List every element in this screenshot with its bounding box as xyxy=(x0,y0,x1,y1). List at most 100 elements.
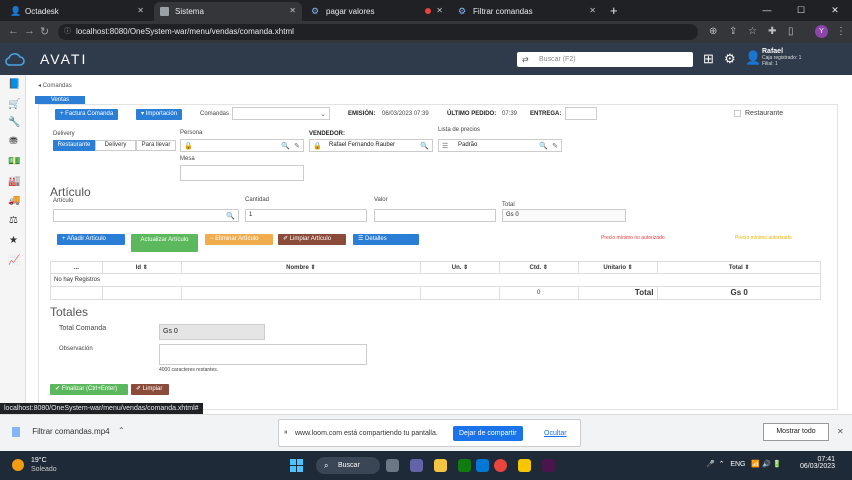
col-un[interactable]: Un. ⇕ xyxy=(421,262,500,273)
tab-sistema[interactable]: Sistema ✕ xyxy=(154,2,302,21)
tab-ventas[interactable]: Ventas xyxy=(35,96,85,104)
close-icon[interactable]: ✕ xyxy=(837,427,844,436)
outlook-icon[interactable] xyxy=(476,459,489,472)
detalles-button[interactable]: ☰ Detalles xyxy=(353,234,419,245)
new-tab-button[interactable]: + xyxy=(610,2,618,19)
search-input[interactable]: ⇄ Buscar (F2) xyxy=(517,52,693,67)
edit-icon[interactable]: ✎ xyxy=(552,141,558,152)
clock[interactable]: 07:41 06/03/2023 xyxy=(800,456,835,470)
mic-icon[interactable]: 🎤 xyxy=(706,461,715,468)
coins-icon[interactable]: ⛃ xyxy=(8,136,19,147)
excel-icon[interactable] xyxy=(458,459,471,472)
share-icon[interactable]: ⇪ xyxy=(729,26,737,37)
chrome-icon[interactable] xyxy=(494,459,507,472)
windows-start-icon[interactable] xyxy=(290,459,304,473)
limpiar-button[interactable]: ✐ Limpiar xyxy=(131,384,169,395)
add-articulo-button[interactable]: + Añadir Artículo xyxy=(57,234,125,245)
chart-line-icon[interactable]: 📈 xyxy=(8,255,20,266)
back-icon[interactable]: ← xyxy=(8,25,19,37)
url-input[interactable]: ⓘ localhost:8080/OneSystem-war/menu/vend… xyxy=(58,24,698,40)
hide-link[interactable]: Ocultar xyxy=(544,430,567,437)
tab-octadesk[interactable]: 👤 Octadesk ✕ xyxy=(4,2,150,21)
user-filial: Filial: 1 xyxy=(762,61,778,67)
tab-filtrar-comandas[interactable]: ⚙ Filtrar comandas ✕ xyxy=(452,2,602,21)
profile-avatar[interactable]: Y xyxy=(815,25,828,38)
chevron-up-icon[interactable]: ⌃ xyxy=(118,426,125,435)
download-item[interactable]: Filtrar comandas.mp4 xyxy=(12,427,110,437)
wrench-icon[interactable]: 🔧 xyxy=(8,117,20,128)
truck-icon[interactable]: 🚚 xyxy=(8,195,20,206)
user-icon[interactable]: 👤 xyxy=(745,50,761,66)
chevron-up-icon[interactable]: ⌃ xyxy=(719,461,725,468)
add-box-icon[interactable]: ⊞ xyxy=(703,51,714,67)
close-window-button[interactable]: ✕ xyxy=(818,0,852,21)
teams-icon[interactable] xyxy=(410,459,423,472)
cart-icon[interactable]: 🛒 xyxy=(8,99,20,110)
breadcrumb-item[interactable]: Comandas xyxy=(43,83,72,89)
update-articulo-button[interactable]: Actualizar Artículo xyxy=(131,234,198,252)
col-id[interactable]: Id ⇕ xyxy=(103,262,182,273)
edit-icon[interactable]: ✎ xyxy=(294,141,300,152)
comandas-input[interactable]: ⌄ xyxy=(232,107,330,120)
money-icon[interactable]: 💵 xyxy=(8,156,20,167)
vendedor-input[interactable]: 🔒 Rafael Fernando Rauber 🔍 xyxy=(309,139,433,152)
stop-sharing-button[interactable]: Dejar de compartir xyxy=(453,426,523,441)
lista-precios-input[interactable]: ☰ Padrão 🔍 ✎ xyxy=(438,139,562,152)
col-actions[interactable]: ... xyxy=(51,262,103,273)
star-icon[interactable]: ★ xyxy=(8,235,19,246)
wifi-icon[interactable]: 📶 xyxy=(751,461,760,468)
persona-input[interactable]: 🔒 🔍 ✎ xyxy=(180,139,304,152)
search-icon[interactable]: 🔍 xyxy=(281,141,290,152)
star-icon[interactable]: ☆ xyxy=(748,26,757,37)
language-indicator[interactable]: ENG xyxy=(730,461,745,468)
task-view-icon[interactable] xyxy=(386,459,399,472)
forward-icon[interactable]: → xyxy=(24,25,35,37)
extensions-icon[interactable]: ✚ xyxy=(768,26,776,37)
close-icon[interactable]: ✕ xyxy=(589,6,596,15)
minimize-button[interactable]: — xyxy=(750,0,784,21)
importacion-button[interactable]: ▾ Importación xyxy=(136,109,183,120)
book-icon[interactable]: 📘 xyxy=(8,79,20,90)
col-total[interactable]: Total ⇕ xyxy=(658,262,820,273)
entrega-input[interactable] xyxy=(565,107,597,120)
zoom-icon[interactable]: ⊕ xyxy=(709,26,717,37)
factory-icon[interactable]: 🏭 xyxy=(8,176,20,187)
reload-icon[interactable]: ↻ xyxy=(40,25,49,38)
search-icon[interactable]: 🔍 xyxy=(226,211,235,222)
cantidad-input[interactable]: 1 xyxy=(245,209,367,222)
mesa-input[interactable] xyxy=(180,165,304,181)
close-icon[interactable]: ✕ xyxy=(137,6,144,15)
valor-input[interactable] xyxy=(374,209,496,222)
battery-icon[interactable]: 🔋 xyxy=(773,461,782,468)
clear-articulo-button[interactable]: ✐ Limpiar Artículo xyxy=(278,234,346,245)
search-icon[interactable]: 🔍 xyxy=(539,141,548,152)
close-icon[interactable]: ✕ xyxy=(289,6,296,15)
search-icon[interactable]: 🔍 xyxy=(420,141,429,152)
gear-icon[interactable]: ⚙ xyxy=(724,51,736,67)
restaurante-checkbox[interactable] xyxy=(734,110,741,117)
sticky-notes-icon[interactable] xyxy=(518,459,531,472)
show-all-button[interactable]: Mostrar todo xyxy=(763,423,829,441)
sidepanel-icon[interactable]: ▯ xyxy=(788,26,794,37)
mode-delivery[interactable]: Delivery xyxy=(95,140,136,151)
remove-articulo-button[interactable]: − Eliminar Artículo xyxy=(205,234,273,245)
factura-comanda-button[interactable]: + Factura Comanda xyxy=(55,109,119,120)
finalizar-button[interactable]: ✔ Finalizar (Ctrl+Enter) xyxy=(50,384,128,395)
mode-restaurante[interactable]: Restaurante xyxy=(53,140,95,151)
slack-icon[interactable] xyxy=(542,459,555,472)
volume-icon[interactable]: 🔊 xyxy=(762,461,771,468)
mode-para-llevar[interactable]: Para llevar xyxy=(136,140,176,151)
folder-icon[interactable] xyxy=(434,459,447,472)
maximize-button[interactable]: ☐ xyxy=(784,0,818,21)
col-unitario[interactable]: Unitario ⇕ xyxy=(579,262,659,273)
col-ctd[interactable]: Ctd. ⇕ xyxy=(500,262,579,273)
col-nombre[interactable]: Nombre ⇕ xyxy=(182,262,422,273)
user-info[interactable]: Rafael Caja registrado: 1 Filial: 1 xyxy=(762,48,801,67)
tab-pagar-valores[interactable]: ⚙ pagar valores ✕ xyxy=(305,2,449,21)
scale-icon[interactable]: ⚖ xyxy=(8,215,19,226)
close-icon[interactable]: ✕ xyxy=(436,6,443,15)
menu-icon[interactable]: ⋮ xyxy=(836,26,846,37)
observacion-textarea[interactable] xyxy=(159,344,367,365)
articulo-input[interactable]: 🔍 xyxy=(53,209,239,222)
taskbar-search[interactable]: ⌕ Buscar xyxy=(316,457,380,474)
